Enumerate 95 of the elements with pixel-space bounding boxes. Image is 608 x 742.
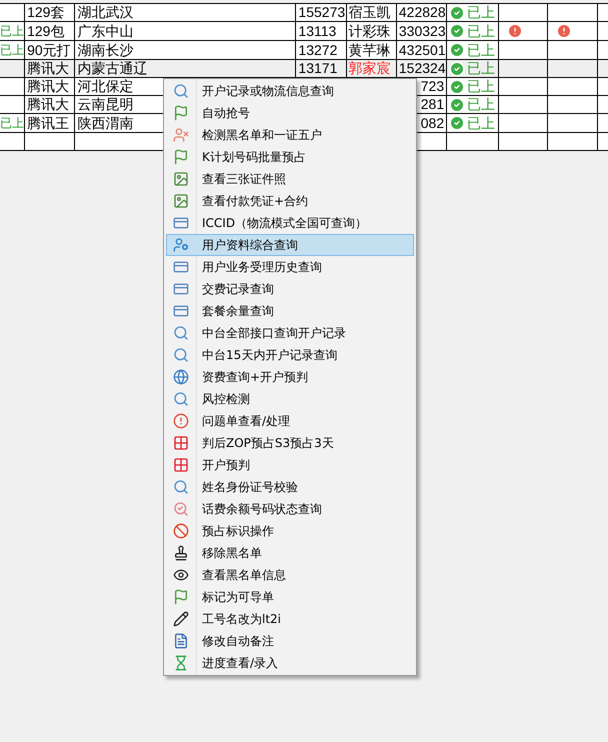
menu-item-label: 移除黑名单: [202, 545, 262, 562]
menu-item[interactable]: 移除黑名单: [166, 542, 414, 564]
status-text: 已上: [0, 43, 24, 57]
table-cell-text: 90元打: [27, 42, 71, 58]
status-text: 已上: [467, 42, 496, 58]
menu-item[interactable]: ICCID（物流模式全国可查询）: [166, 212, 414, 234]
menu-item[interactable]: 话费余额号码状态查询: [166, 498, 414, 520]
table-cell-text: 陕西渭南: [77, 114, 134, 130]
table-cell-text: 152324: [398, 60, 446, 76]
status-text: 已上: [467, 22, 496, 40]
table-cell-text: 郭家宸: [348, 60, 391, 76]
table-row[interactable]: 腾讯大 内蒙古通辽 13171 郭家宸 152324 已上: [0, 60, 608, 78]
menu-item[interactable]: 风控检测: [166, 388, 414, 410]
table-cell-text: 腾讯大: [27, 78, 70, 94]
status-text: 已上: [0, 116, 24, 130]
status-text: 已上: [0, 24, 24, 38]
table-row[interactable]: 已上 90元打 湖南长沙 13272 黄芊琳 432501 已上: [0, 40, 608, 60]
menu-item[interactable]: 用户资料综合查询: [166, 234, 414, 256]
table-cell-text: 宿玉凯: [348, 4, 391, 20]
table-cell-text: 腾讯大: [27, 60, 70, 76]
table-cell-text: 281: [420, 96, 444, 112]
status-text: 已上: [467, 4, 496, 21]
table-cell-text: 129套: [27, 4, 64, 20]
table-row[interactable]: 129套 湖北武汉 155273 宿玉凯 422828 已上: [0, 4, 608, 22]
table-cell-text: 129包: [27, 22, 64, 38]
table-cell-text: 082: [420, 114, 444, 130]
menu-item[interactable]: 套餐余量查询: [166, 300, 414, 322]
table-cell-text: 广东中山: [77, 22, 134, 38]
status-text: 已上: [467, 78, 496, 95]
menu-item-label: 查看付款凭证+合约: [202, 193, 308, 210]
menu-item-label: 判后ZOP预占S3预占3天: [202, 435, 334, 452]
table-cell-text: 河北保定: [77, 78, 134, 94]
menu-item-label: ICCID（物流模式全国可查询）: [202, 215, 368, 232]
menu-item[interactable]: 资费查询+开户预判: [166, 366, 414, 388]
menu-item-label: 风控检测: [202, 391, 250, 408]
menu-item-label: 工号名改为lt2i: [202, 611, 282, 628]
menu-item-label: 进度查看/录入: [202, 655, 278, 672]
table-cell-text: 422828: [398, 4, 446, 20]
menu-item-label: 用户资料综合查询: [202, 237, 298, 254]
menu-item-label: 资费查询+开户预判: [202, 369, 308, 386]
table-cell-text: 湖南长沙: [77, 42, 134, 58]
menu-item-label: 预占标识操作: [202, 523, 274, 540]
menu-item[interactable]: 检测黑名单和一证五户: [166, 124, 414, 146]
menu-item-label: 套餐余量查询: [202, 303, 274, 320]
menu-item[interactable]: K计划号码批量预占: [166, 146, 414, 168]
menu-item[interactable]: 查看三张证件照: [166, 168, 414, 190]
menu-item-label: 查看黑名单信息: [202, 567, 286, 584]
table-cell-text: 内蒙古通辽: [77, 60, 148, 76]
menu-item[interactable]: 中台15天内开户记录查询: [166, 344, 414, 366]
status-text: 已上: [467, 96, 496, 113]
menu-item[interactable]: 判后ZOP预占S3预占3天: [166, 432, 414, 454]
table-cell-text: 湖北武汉: [77, 4, 134, 20]
menu-item[interactable]: 用户业务受理历史查询: [166, 256, 414, 278]
menu-item-label: 中台15天内开户记录查询: [202, 347, 338, 364]
menu-item[interactable]: 查看黑名单信息: [166, 564, 414, 586]
menu-item-label: 检测黑名单和一证五户: [202, 127, 322, 144]
menu-item[interactable]: 预占标识操作: [166, 520, 414, 542]
menu-item[interactable]: 中台全部接口查询开户记录: [166, 322, 414, 344]
menu-item-label: 自动抢号: [202, 105, 250, 122]
menu-item-label: K计划号码批量预占: [202, 149, 306, 166]
table-cell-text: 432501: [398, 42, 446, 58]
table-row[interactable]: 已上 129包 广东中山 13113 计彩珠 330323 已上: [0, 22, 608, 40]
menu-item[interactable]: 交费记录查询: [166, 278, 414, 300]
table-cell-text: 腾讯王: [27, 114, 70, 130]
table-cell-text: 13113: [298, 22, 336, 38]
status-text: 已上: [467, 114, 496, 132]
menu-item[interactable]: 工号名改为lt2i: [166, 608, 414, 630]
menu-item-label: 姓名身份证号校验: [202, 479, 298, 496]
menu-item[interactable]: 开户预判: [166, 454, 414, 476]
menu-item-label: 查看三张证件照: [202, 171, 286, 188]
menu-item[interactable]: 进度查看/录入: [166, 652, 414, 674]
menu-item[interactable]: 问题单查看/处理: [166, 410, 414, 432]
menu-item[interactable]: 姓名身份证号校验: [166, 476, 414, 498]
table-cell-text: 云南昆明: [77, 96, 134, 112]
table-cell-text: 155273: [298, 4, 346, 20]
table-cell-text: 723: [420, 78, 444, 94]
menu-item-label: 中台全部接口查询开户记录: [202, 325, 346, 342]
menu-item-label: 用户业务受理历史查询: [202, 259, 322, 276]
table-cell-text: 计彩珠: [348, 22, 391, 38]
menu-item-label: 交费记录查询: [202, 281, 274, 298]
table-cell-text: 330323: [398, 22, 446, 38]
menu-item[interactable]: 自动抢号: [166, 102, 414, 124]
menu-item[interactable]: 标记为可导单: [166, 586, 414, 608]
table-cell-text: 黄芊琳: [348, 42, 391, 58]
menu-item[interactable]: 修改自动备注: [166, 630, 414, 652]
menu-item[interactable]: 查看付款凭证+合约: [166, 190, 414, 212]
menu-item-label: 问题单查看/处理: [202, 413, 290, 430]
menu-item-label: 修改自动备注: [202, 633, 274, 650]
status-text: 已上: [467, 60, 496, 77]
menu-item-label: 标记为可导单: [202, 589, 274, 606]
table-cell-text: 13171: [298, 60, 338, 76]
table-cell-text: 腾讯大: [27, 96, 70, 112]
menu-item-label: 话费余额号码状态查询: [202, 501, 322, 518]
table-cell-text: 13272: [298, 42, 338, 58]
menu-item-label: 开户预判: [202, 457, 250, 474]
